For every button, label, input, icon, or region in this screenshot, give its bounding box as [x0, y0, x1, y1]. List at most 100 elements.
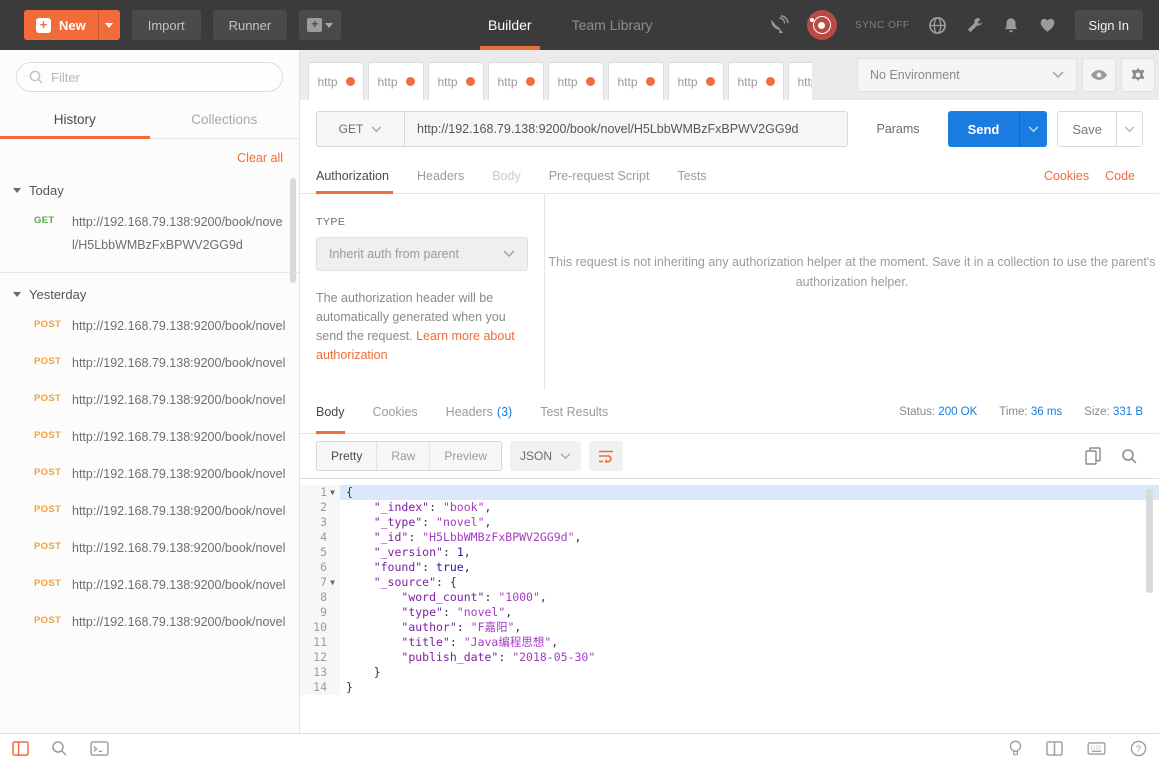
auth-type-select[interactable]: Inherit auth from parent [316, 237, 528, 271]
tab-builder[interactable]: Builder [488, 0, 532, 50]
request-tab[interactable]: http [548, 62, 604, 100]
save-dropdown-button[interactable] [1116, 112, 1142, 146]
code-line[interactable]: 10 "author": "F嘉阳", [300, 620, 1159, 635]
tab-response-body[interactable]: Body [316, 390, 359, 433]
cookies-link[interactable]: Cookies [1036, 158, 1097, 193]
send-dropdown-button[interactable] [1019, 111, 1047, 147]
code-line[interactable]: 3 "_type": "novel", [300, 515, 1159, 530]
request-tab[interactable]: http [428, 62, 484, 100]
satellite-icon[interactable] [767, 15, 789, 35]
history-item[interactable]: POSThttp://192.168.79.138:9200/book/nove… [0, 458, 299, 495]
two-pane-view-button[interactable] [1046, 741, 1063, 756]
history-item[interactable]: POSThttp://192.168.79.138:9200/book/nove… [0, 495, 299, 532]
fold-toggle-icon[interactable]: ▼ [327, 575, 338, 590]
new-window-button[interactable]: + [299, 10, 341, 40]
tab-collections[interactable]: Collections [150, 102, 300, 138]
code-line[interactable]: 7▼ "_source": { [300, 575, 1159, 590]
history-item[interactable]: POSThttp://192.168.79.138:9200/book/nove… [0, 310, 299, 347]
wrap-lines-button[interactable] [589, 441, 623, 471]
history-item[interactable]: POSThttp://192.168.79.138:9200/book/nove… [0, 569, 299, 606]
history-item[interactable]: POSThttp://192.168.79.138:9200/book/nove… [0, 532, 299, 569]
params-button[interactable]: Params [858, 122, 937, 136]
sign-in-button[interactable]: Sign In [1075, 10, 1143, 40]
format-select[interactable]: JSON [510, 441, 581, 471]
new-dropdown-button[interactable] [98, 10, 120, 40]
import-button[interactable]: Import [132, 10, 201, 40]
code-text: { [340, 485, 1159, 500]
tab-history[interactable]: History [0, 102, 150, 138]
tab-team-library[interactable]: Team Library [572, 0, 653, 50]
view-mode-preview[interactable]: Preview [430, 442, 501, 470]
request-tab[interactable]: http [368, 62, 424, 100]
search-response-button[interactable] [1115, 442, 1143, 470]
history-section-header[interactable]: Today [0, 173, 299, 206]
code-line[interactable]: 13 } [300, 665, 1159, 680]
tab-body[interactable]: Body [478, 158, 535, 193]
environment-settings-button[interactable] [1121, 58, 1155, 92]
request-tab[interactable]: http [668, 62, 724, 100]
environment-select[interactable]: No Environment [857, 58, 1077, 92]
runner-button[interactable]: Runner [213, 10, 288, 40]
shortcuts-button[interactable] [1087, 742, 1106, 755]
bell-icon[interactable] [1002, 16, 1020, 35]
code-line[interactable]: 4 "_id": "H5LbbWMBzFxBPWV2GG9d", [300, 530, 1159, 545]
tab-pre-request-script[interactable]: Pre-request Script [535, 158, 664, 193]
copy-response-button[interactable] [1079, 442, 1107, 470]
history-section-header[interactable]: Yesterday [0, 277, 299, 310]
heart-icon[interactable] [1038, 16, 1057, 34]
code-line[interactable]: 5 "_version": 1, [300, 545, 1159, 560]
response-scrollbar[interactable] [1146, 489, 1153, 593]
code-line[interactable]: 11 "title": "Java编程思想", [300, 635, 1159, 650]
send-button[interactable]: Send [948, 111, 1048, 147]
tab-authorization[interactable]: Authorization [316, 158, 403, 193]
request-tab[interactable]: http [488, 62, 544, 100]
code-line[interactable]: 8 "word_count": "1000", [300, 590, 1159, 605]
code-line[interactable]: 9 "type": "novel", [300, 605, 1159, 620]
sidebar-scrollbar[interactable] [290, 178, 296, 283]
search-button[interactable] [51, 740, 68, 757]
code-line[interactable]: 2 "_index": "book", [300, 500, 1159, 515]
wrench-icon[interactable] [965, 16, 984, 35]
tab-headers[interactable]: Headers [403, 158, 478, 193]
code-line[interactable]: 12 "publish_date": "2018-05-30" [300, 650, 1159, 665]
sync-status-icon[interactable] [807, 10, 837, 40]
request-tab[interactable]: http [728, 62, 784, 100]
console-button[interactable] [90, 741, 109, 756]
method-select[interactable]: GET [317, 112, 405, 146]
line-number: 6 [320, 560, 327, 575]
history-item[interactable]: POSThttp://192.168.79.138:9200/book/nove… [0, 606, 299, 643]
line-number: 2 [320, 500, 327, 515]
tips-button[interactable] [1009, 740, 1022, 757]
environment-quick-look-button[interactable] [1082, 58, 1116, 92]
help-button[interactable]: ? [1130, 740, 1147, 757]
request-tab[interactable]: http [788, 62, 812, 100]
history-item[interactable]: GEThttp://192.168.79.138:9200/book/novel… [0, 206, 299, 266]
response-body-viewer[interactable]: 1▼{2 "_index": "book",3 "_type": "novel"… [300, 478, 1159, 733]
fold-toggle-icon[interactable]: ▼ [327, 485, 338, 500]
url-input[interactable] [405, 112, 847, 146]
view-mode-pretty[interactable]: Pretty [317, 442, 377, 470]
globe-icon[interactable] [928, 16, 947, 35]
save-button[interactable]: Save [1057, 111, 1143, 147]
code-line[interactable]: 1▼{ [300, 485, 1159, 500]
clear-all-link[interactable]: Clear all [237, 151, 283, 165]
tab-headers-label: Headers [417, 169, 464, 183]
filter-input[interactable] [16, 62, 283, 92]
code-link[interactable]: Code [1097, 158, 1143, 193]
new-button[interactable]: + New [24, 10, 120, 40]
code-line[interactable]: 14} [300, 680, 1159, 695]
tab-response-cookies[interactable]: Cookies [359, 390, 432, 433]
history-item[interactable]: POSThttp://192.168.79.138:9200/book/nove… [0, 347, 299, 384]
toggle-sidebar-button[interactable] [12, 741, 29, 756]
tab-tests[interactable]: Tests [663, 158, 720, 193]
history-item[interactable]: POSThttp://192.168.79.138:9200/book/nove… [0, 421, 299, 458]
token-p: , [464, 545, 471, 559]
tab-response-body-label: Body [316, 405, 345, 419]
request-tab[interactable]: http [608, 62, 664, 100]
view-mode-raw[interactable]: Raw [377, 442, 430, 470]
code-line[interactable]: 6 "found": true, [300, 560, 1159, 575]
request-tab[interactable]: http [308, 62, 364, 100]
history-item[interactable]: POSThttp://192.168.79.138:9200/book/nove… [0, 384, 299, 421]
tab-response-headers[interactable]: Headers(3) [432, 390, 527, 433]
tab-test-results[interactable]: Test Results [526, 390, 622, 433]
